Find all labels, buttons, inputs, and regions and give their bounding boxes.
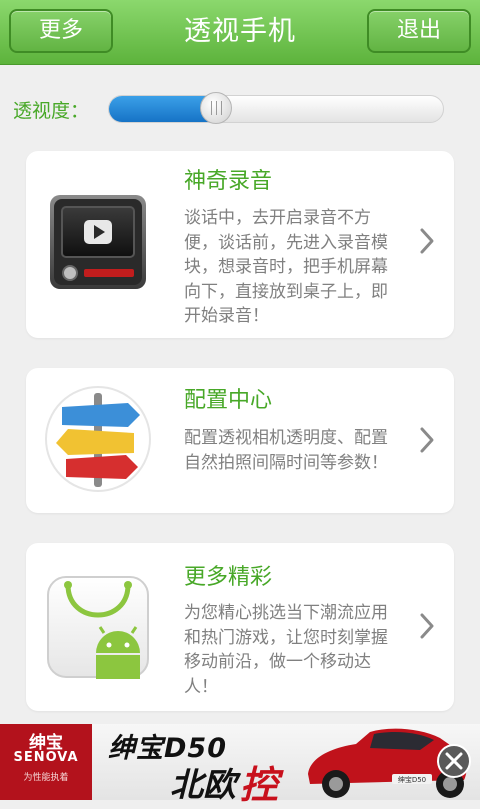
ad-tagline: 北欧 <box>170 765 236 804</box>
card-description: 为您精心挑选当下潮流应用和热门游戏，让您时刻掌握移动前沿，做一个移动达人！ <box>184 603 388 697</box>
page-title: 透视手机 <box>184 16 296 47</box>
slider-thumb[interactable] <box>199 92 232 124</box>
ad-car-plate: 绅宝D50 <box>398 775 426 784</box>
ad-logo-en: SENOVA <box>13 750 79 765</box>
feature-card-recording[interactable]: 神奇录音 谈话中，去开启录音不方便，谈话前，先进入录音模块，想录音时，把手机屏幕… <box>26 151 454 338</box>
feature-card-config[interactable]: 配置中心 配置透视相机透明度、配置自然拍照间隔时间等参数！ <box>26 368 454 513</box>
chevron-right-icon[interactable] <box>418 226 436 256</box>
card-title: 配置中心 <box>184 388 273 413</box>
video-player-icon <box>50 195 146 289</box>
card-title: 神奇录音 <box>184 169 273 194</box>
ad-brand-logo: 绅宝 SENOVA 为性能执着 <box>0 724 92 800</box>
card-title: 更多精彩 <box>184 565 273 590</box>
card-description: 配置透视相机透明度、配置自然拍照间隔时间等参数！ <box>184 428 388 473</box>
card-description: 谈话中，去开启录音不方便，谈话前，先进入录音模块，想录音时，把手机屏幕向下，直接… <box>184 208 388 326</box>
ad-tagline-accent: 控 <box>240 763 279 807</box>
exit-button[interactable]: 退出 <box>367 9 471 53</box>
title-bar: 更多 透视手机 退出 <box>0 0 480 65</box>
feature-card-more[interactable]: 更多精彩 为您精心挑选当下潮流应用和热门游戏，让您时刻掌握移动前沿，做一个移动达… <box>26 543 454 711</box>
chevron-right-icon[interactable] <box>418 611 436 641</box>
chevron-right-icon[interactable] <box>418 425 436 455</box>
android-bag-icon <box>47 576 149 679</box>
ad-banner[interactable]: 绅宝 SENOVA 为性能执着 绅宝D50 北欧 控 绅宝D50 <box>0 724 480 807</box>
transparency-label: 透视度： <box>13 100 90 122</box>
ad-logo-sub: 为性能执着 <box>23 773 69 783</box>
transparency-slider[interactable] <box>108 92 444 124</box>
more-button[interactable]: 更多 <box>9 9 113 53</box>
ad-close-icon[interactable] <box>436 743 472 779</box>
signpost-icon <box>45 386 151 492</box>
